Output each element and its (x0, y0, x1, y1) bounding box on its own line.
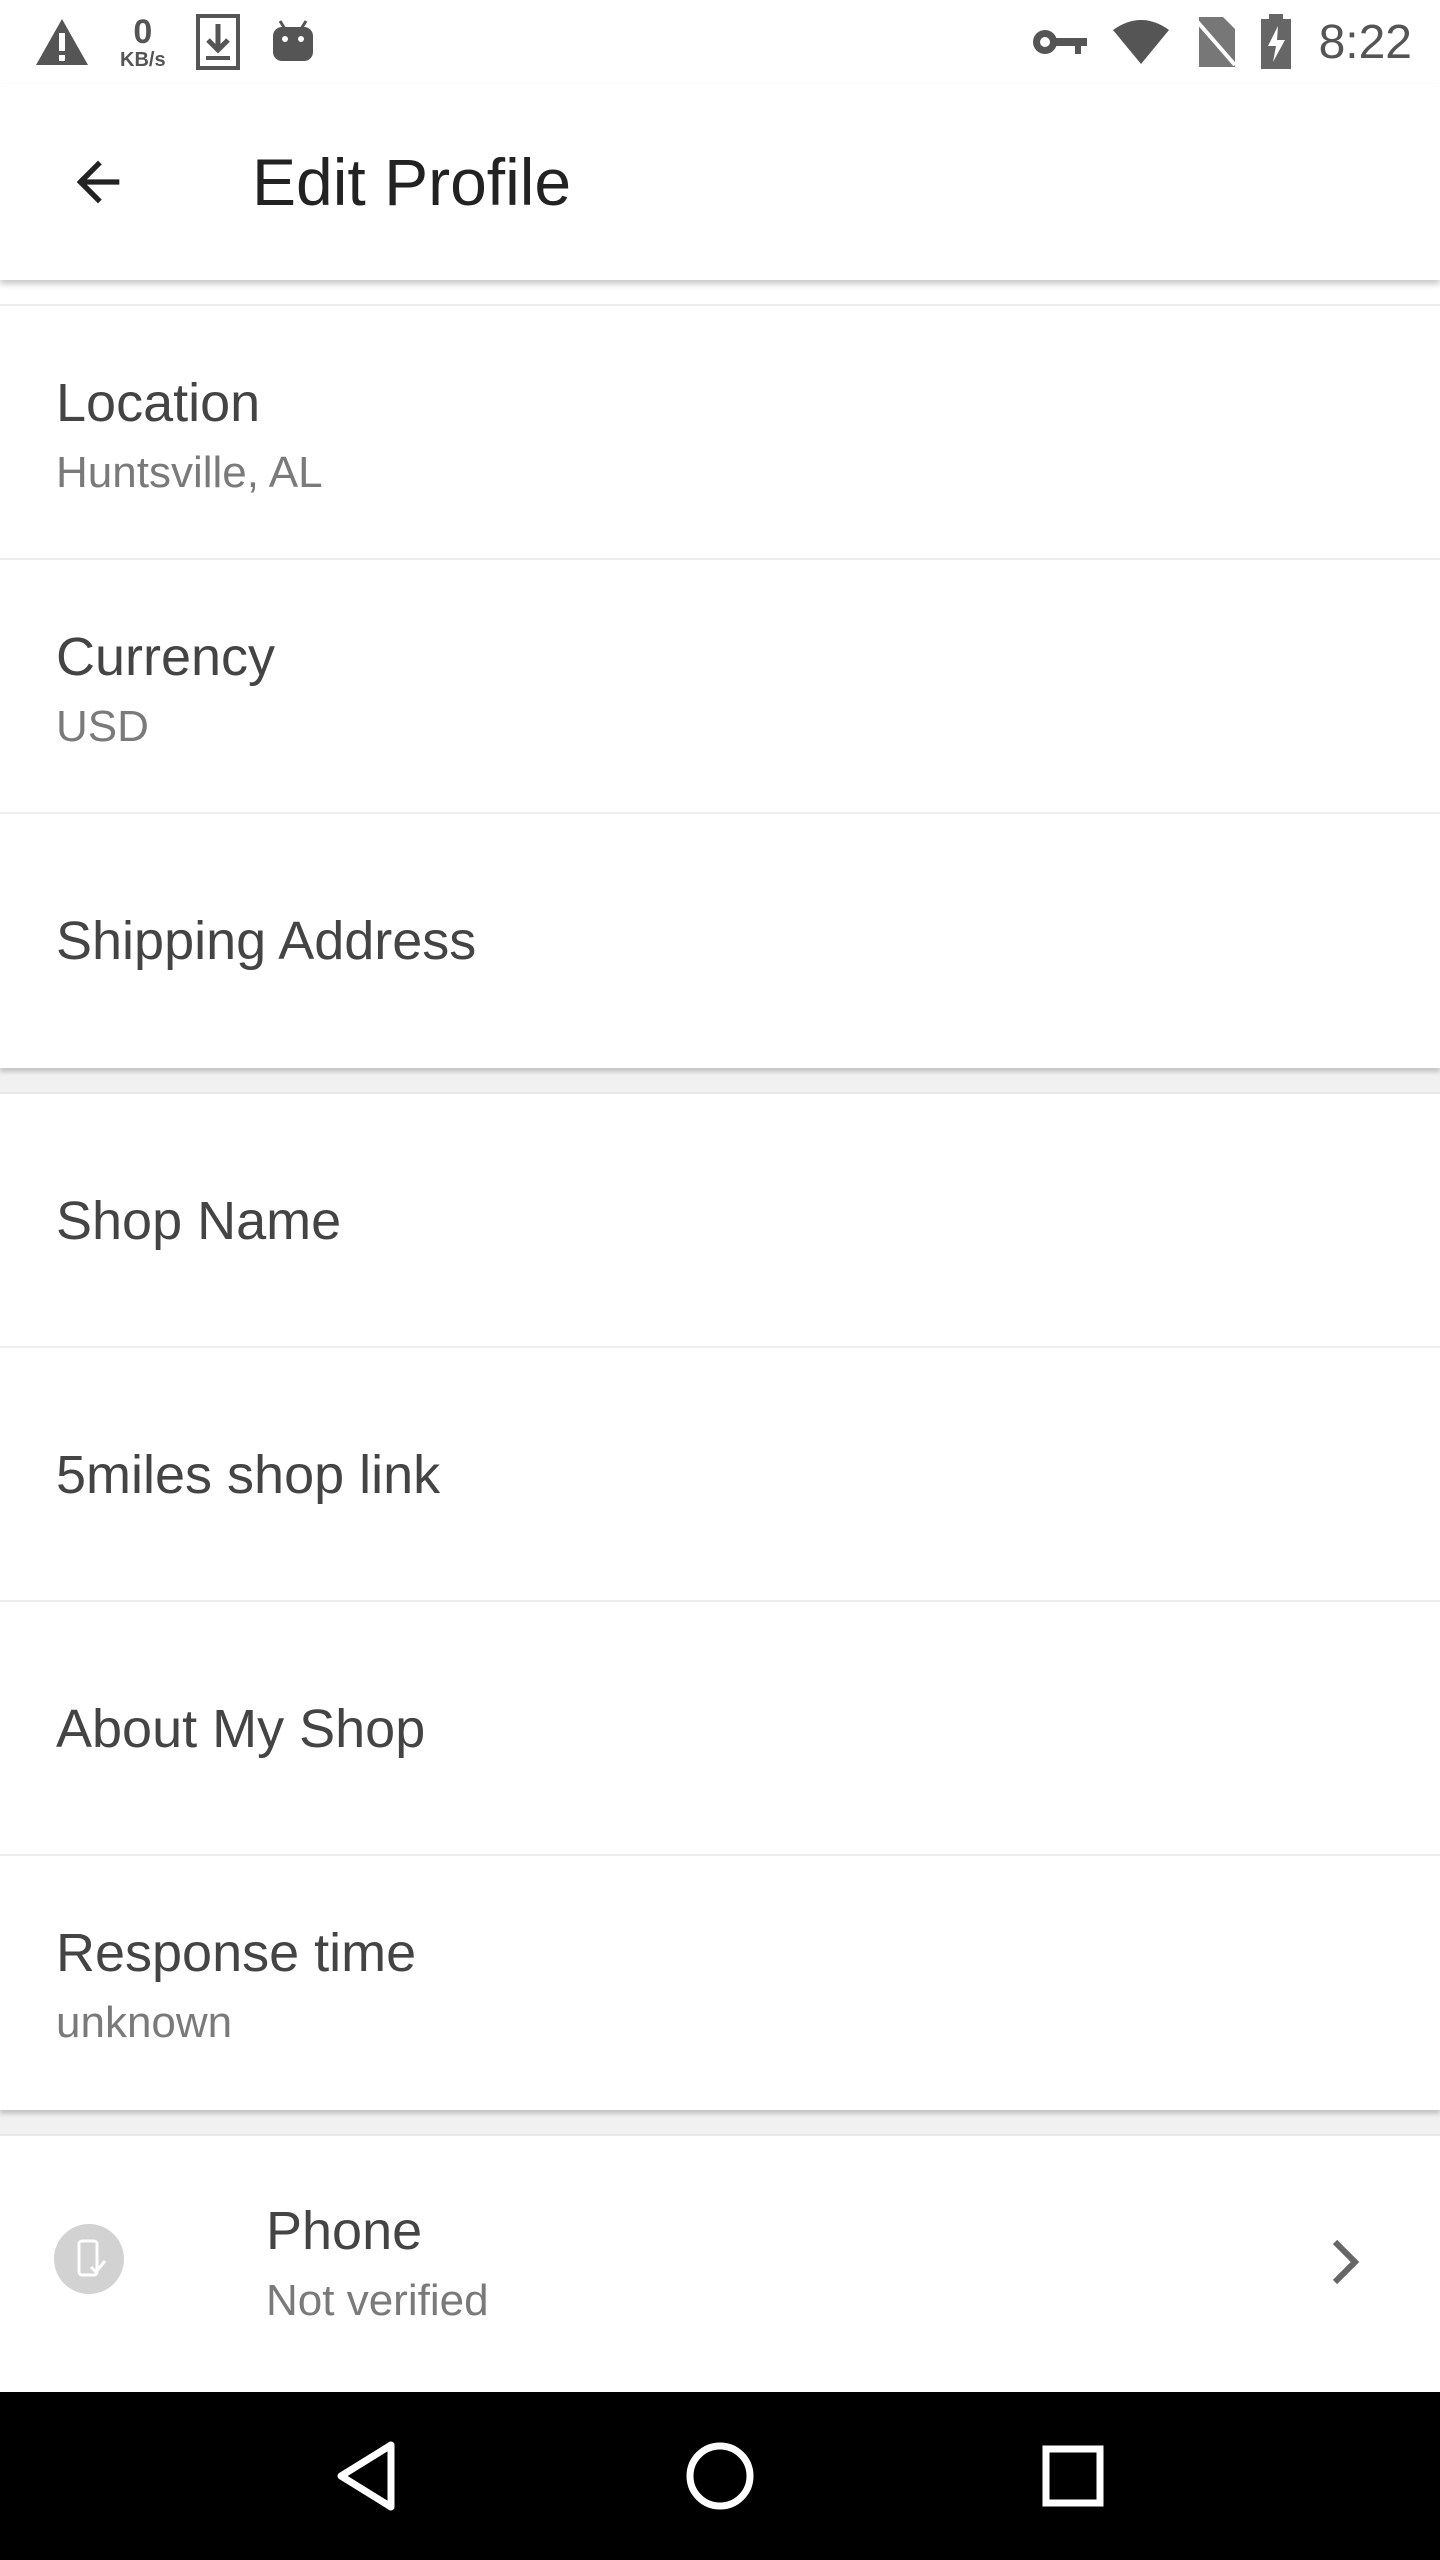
response-time-label: Response time (56, 1923, 417, 1983)
location-value: Huntsville, AL (56, 448, 323, 497)
no-sim-icon (1193, 17, 1237, 67)
android-icon (272, 20, 313, 61)
phone-status: Not verified (266, 2276, 489, 2325)
response-time-value: unknown (56, 1998, 233, 2047)
network-speed-value: 0 (133, 12, 153, 51)
response-time-item[interactable]: Response time unknown (0, 1856, 1440, 2110)
circle-home-icon (686, 2442, 754, 2510)
status-bar-right: 8:22 (1031, 10, 1412, 74)
currency-item[interactable]: Currency USD (0, 560, 1440, 814)
shop-link-item[interactable]: 5miles shop link (0, 1348, 1440, 1602)
wifi-icon (1112, 20, 1169, 64)
list-top-spacer (0, 280, 1440, 306)
battery-charging-icon (1260, 14, 1291, 69)
network-speed-indicator: 0 KB/s (120, 15, 166, 70)
section-divider (0, 2110, 1440, 2136)
shipping-address-label: Shipping Address (56, 911, 477, 971)
nav-back-button[interactable] (317, 2426, 417, 2526)
shipping-address-item[interactable]: Shipping Address (0, 814, 1440, 1068)
vpn-key-icon (1032, 30, 1087, 54)
about-shop-item[interactable]: About My Shop (0, 1602, 1440, 1856)
warning-icon (36, 19, 88, 65)
page-title: Edit Profile (252, 145, 572, 219)
square-recents-icon (1042, 2445, 1104, 2507)
shop-name-label: Shop Name (56, 1191, 342, 1251)
phone-verify-icon (54, 2224, 124, 2294)
nav-recents-button[interactable] (1023, 2426, 1123, 2526)
about-shop-label: About My Shop (56, 1699, 426, 1759)
app-bar: Edit Profile (0, 84, 1440, 280)
status-bar-left: 0 KB/s (34, 10, 316, 74)
back-button[interactable] (56, 140, 140, 224)
system-navigation-bar (0, 2392, 1440, 2560)
location-label: Location (56, 373, 261, 433)
location-item[interactable]: Location Huntsville, AL (0, 306, 1440, 560)
currency-label: Currency (56, 627, 276, 687)
nav-home-button[interactable] (670, 2426, 770, 2526)
profile-settings-list: Location Huntsville, AL Currency USD Shi… (0, 280, 1440, 2382)
phone-check-icon (77, 2239, 107, 2277)
shop-name-item[interactable]: Shop Name (0, 1094, 1440, 1348)
status-time: 8:22 (1318, 15, 1412, 69)
triangle-back-icon (337, 2441, 395, 2511)
status-bar: 0 KB/s 8:22 (0, 0, 1440, 84)
shop-link-label: 5miles shop link (56, 1445, 441, 1505)
section-divider (0, 1068, 1440, 1094)
chevron-right-icon (1320, 2232, 1370, 2292)
phone-label: Phone (266, 2201, 423, 2261)
phone-verification-item[interactable]: Phone Not verified (0, 2136, 1440, 2382)
arrow-left-icon (76, 160, 120, 204)
download-icon (195, 14, 240, 70)
currency-value: USD (56, 702, 149, 751)
network-speed-unit: KB/s (120, 48, 166, 71)
